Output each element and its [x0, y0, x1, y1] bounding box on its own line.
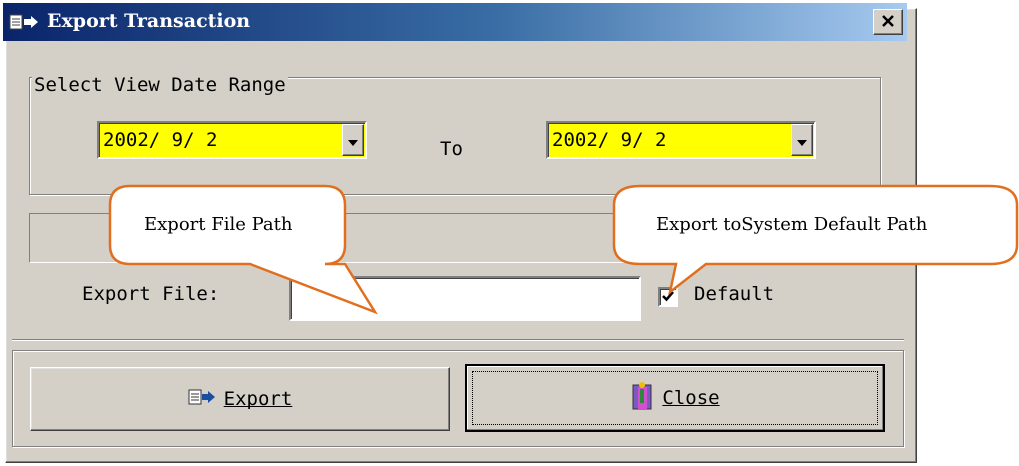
default-path-callout-bubble	[612, 184, 1019, 296]
file-path-callout-bubble	[108, 184, 379, 315]
default-path-callout-text: Export toSystem Default Path	[656, 214, 928, 235]
file-path-callout-text: Export File Path	[144, 214, 293, 235]
